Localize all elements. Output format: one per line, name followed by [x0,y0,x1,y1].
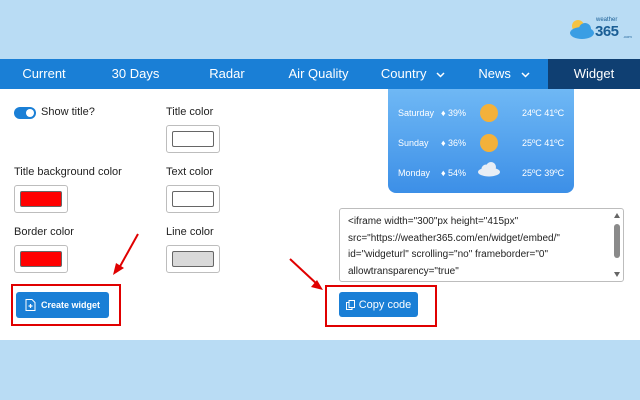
forecast-day: Saturday [398,108,435,118]
copy-code-label: Copy code [358,298,412,311]
nav-news-label: News [478,66,511,81]
nav-widget[interactable]: Widget [548,59,640,89]
chevron-down-icon [436,72,445,78]
copy-icon [345,299,355,310]
line-color-picker[interactable] [166,245,220,273]
line-color-swatch [172,251,214,267]
forecast-temp: 25ºC 39ºC [522,168,565,178]
scroll-down-icon[interactable] [614,272,620,277]
cloud-sun-logo-icon [570,20,594,39]
annotation-arrow-copy [289,258,323,290]
forecast-row: Monday ♦ 54% 25ºC 39ºC [388,158,574,188]
title-background-color-picker[interactable] [14,185,68,213]
embed-code-scrollbar[interactable] [612,210,622,280]
nav-news[interactable]: News [460,59,548,89]
line-color-label: Line color [166,226,214,238]
forecast-humidity: 39% [448,108,467,118]
title-color-picker[interactable] [166,125,220,153]
text-color-swatch [172,191,214,207]
sun-icon [480,104,498,122]
add-file-icon [25,299,36,311]
forecast-humidity: 54% [448,168,467,178]
cloud-icon [478,162,500,177]
forecast-row: Sunday ♦ 36% 25ºC 41ºC [388,128,574,158]
nav-current-label: Current [22,66,66,81]
nav-air-quality-label: Air Quality [288,66,349,81]
annotation-arrow-create [113,233,139,275]
nav-radar-label: Radar [209,66,245,81]
title-color-label: Title color [166,106,214,118]
border-color-swatch [20,251,62,267]
show-title-toggle[interactable] [14,107,36,119]
forecast-row: Saturday ♦ 39% 24ºC 41ºC [388,98,574,128]
humidity-drop-icon: ♦ [441,168,446,178]
scroll-up-icon[interactable] [614,213,620,218]
nav-current[interactable]: Current [0,59,88,89]
title-background-color-swatch [20,191,62,207]
create-widget-button[interactable]: Create widget [16,292,109,318]
humidity-drop-icon: ♦ [441,108,446,118]
forecast-temp: 25ºC 41ºC [522,138,565,148]
border-color-label: Border color [14,226,74,238]
title-background-color-label: Title background color [14,166,122,178]
nav-country-label: Country [380,66,427,81]
nav-radar[interactable]: Radar [183,59,271,89]
logo-text-suffix: .com [623,34,632,39]
embed-code-textarea[interactable]: <iframe width="300"px height="415px" src… [339,208,624,282]
create-widget-label: Create widget [40,300,100,310]
embed-code-text: <iframe width="300"px height="415px" src… [348,216,563,277]
forecast-day: Monday [398,168,431,178]
title-color-swatch [172,131,214,147]
chevron-down-icon [521,72,530,78]
copy-code-button[interactable]: Copy code [339,292,418,317]
nav-widget-label: Widget [573,66,615,81]
nav-country[interactable]: Country [366,59,460,89]
forecast-humidity: 36% [448,138,467,148]
forecast-day: Sunday [398,138,429,148]
logo-text-big: 365 [595,23,619,40]
humidity-drop-icon: ♦ [441,138,446,148]
weather365-logo[interactable]: weather 365 .com [567,14,633,44]
widget-preview: Saturday ♦ 39% 24ºC 41ºC Sunday ♦ 36% 25… [388,89,574,193]
nav-30-days[interactable]: 30 Days [88,59,183,89]
forecast-temp: 24ºC 41ºC [522,108,565,118]
nav-air-quality[interactable]: Air Quality [271,59,366,89]
nav-30-days-label: 30 Days [111,66,160,81]
border-color-picker[interactable] [14,245,68,273]
text-color-label: Text color [166,166,214,178]
toggle-knob [26,109,34,117]
show-title-label: Show title? [41,106,95,118]
scroll-thumb[interactable] [614,224,620,258]
main-nav: Current 30 Days Radar Air Quality Countr… [0,59,640,89]
text-color-picker[interactable] [166,185,220,213]
sun-icon [480,134,498,152]
